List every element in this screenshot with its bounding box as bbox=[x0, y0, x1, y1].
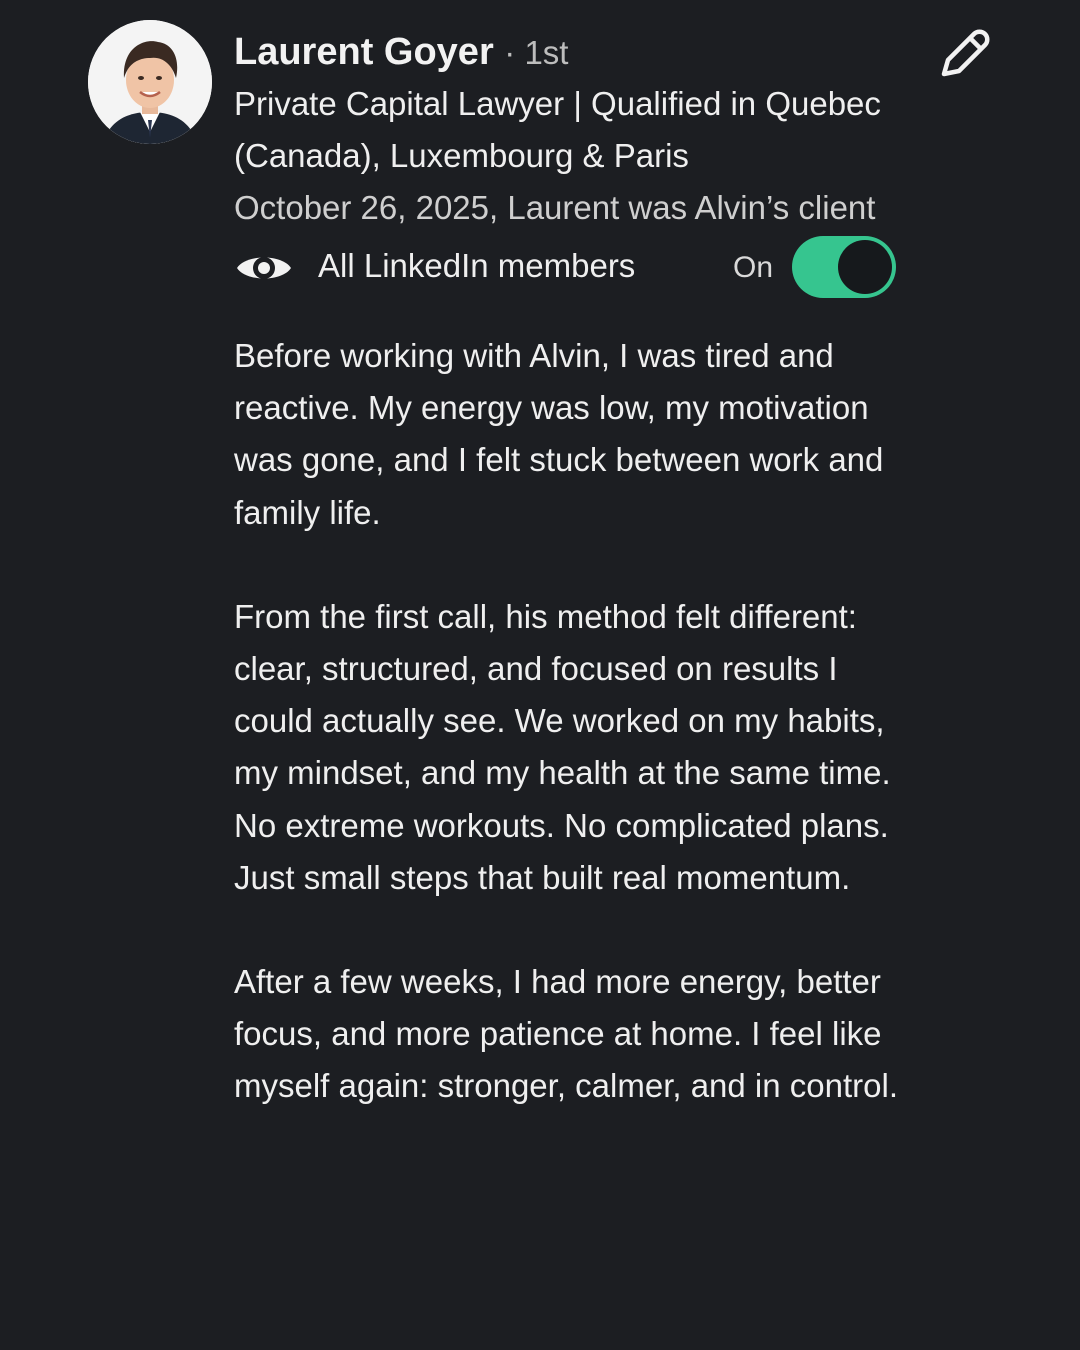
recommendation-card: Laurent Goyer · 1st Private Capital Lawy… bbox=[0, 0, 1080, 1350]
recommendation-paragraph: From the first call, his method felt dif… bbox=[234, 597, 891, 896]
recommendation-body: Before working with Alvin, I was tired a… bbox=[234, 330, 914, 1113]
connection-degree: · 1st bbox=[504, 34, 569, 71]
profile-photo bbox=[88, 20, 212, 144]
toggle-state-label: On bbox=[733, 251, 774, 284]
visibility-row: All LinkedIn members On bbox=[234, 236, 914, 300]
recommendation-paragraph: Before working with Alvin, I was tired a… bbox=[234, 337, 884, 531]
author-headline: Private Capital Lawyer | Qualified in Qu… bbox=[234, 85, 881, 174]
edit-button[interactable] bbox=[930, 24, 994, 84]
author-name[interactable]: Laurent Goyer bbox=[234, 31, 494, 73]
recommendation-content: Laurent Goyer · 1st Private Capital Lawy… bbox=[234, 26, 914, 1113]
eye-icon bbox=[237, 257, 291, 279]
visibility-toggle[interactable] bbox=[792, 236, 896, 298]
toggle-knob bbox=[838, 240, 892, 294]
author-line: Laurent Goyer · 1st bbox=[234, 26, 914, 78]
recommendation-meta: October 26, 2025, Laurent was Alvin’s cl… bbox=[234, 189, 876, 226]
pencil-icon bbox=[941, 29, 990, 77]
avatar[interactable] bbox=[88, 20, 212, 144]
recommendation-paragraph: After a few weeks, I had more energy, be… bbox=[234, 963, 898, 1105]
visibility-label: All LinkedIn members bbox=[318, 247, 636, 284]
